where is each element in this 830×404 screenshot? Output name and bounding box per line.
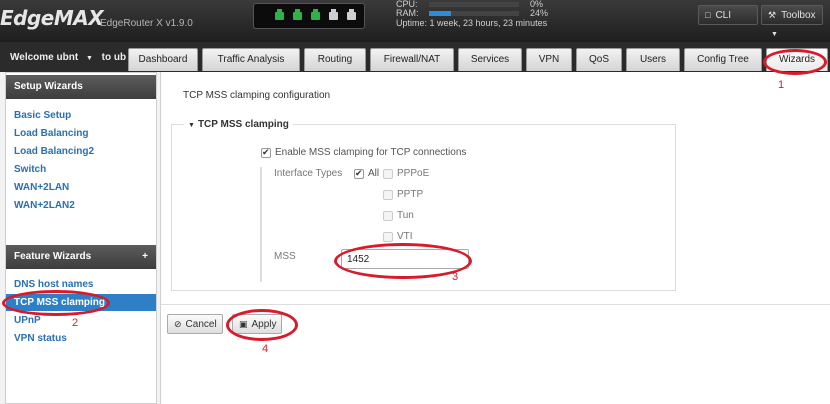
enable-mss-checkbox[interactable] [261,147,271,158]
section-legend[interactable]: ▼ TCP MSS clamping [184,119,293,130]
sidebar-item-basic-setup[interactable]: Basic Setup [6,107,156,124]
type-pppoe-label: PPPoE [397,168,430,179]
tab-qos[interactable]: QoS [576,48,622,71]
main-panel: TCP MSS clamping configuration ▼ TCP MSS … [160,72,830,404]
edgemax-logo: EdgeMAX [0,6,104,30]
type-pptp-checkbox[interactable] [383,190,393,200]
page-title: TCP MSS clamping configuration [183,90,331,101]
type-tun-checkbox[interactable] [383,211,393,221]
setup-wizards-header: Setup Wizards [6,75,156,99]
cli-button[interactable]: □ CLI [698,5,758,25]
type-all-label: All [368,168,380,179]
sidebar-item-switch[interactable]: Switch [6,161,156,178]
interface-types-label: Interface Types [274,168,343,179]
cancel-button[interactable]: ⊘ Cancel [167,314,223,334]
tab-vpn[interactable]: VPN [526,48,572,71]
action-divider [161,304,830,305]
welcome-text: Welcome ubnt [10,52,79,63]
cancel-icon: ⊘ [174,319,182,329]
tab-users[interactable]: Users [626,48,680,71]
port-indicator [329,9,338,20]
toolbox-button[interactable]: ⚒ Toolbox ▼ [761,5,823,38]
cpu-bar [429,2,519,7]
tab-wizards[interactable]: Wizards [766,48,828,71]
top-header: EdgeMAX EdgeRouter X v1.9.0 CPU: 0% RAM:… [0,0,830,42]
main-nav: Welcome ubnt ▼ to ub Dashboard Traffic A… [0,42,830,72]
feature-wizards-title: Feature Wizards [14,251,92,262]
annotation-number-2: 2 [72,317,79,329]
type-pptp-label: PPTP [397,189,424,200]
chevron-down-icon: ▼ [85,55,93,62]
tab-routing[interactable]: Routing [304,48,366,71]
type-tun-label: Tun [397,210,414,221]
enable-mss-label: Enable MSS clamping for TCP connections [275,147,467,158]
tab-config-tree[interactable]: Config Tree [684,48,762,71]
cancel-label: Cancel [185,319,217,330]
apply-button[interactable]: ▣ Apply [232,314,282,334]
save-icon: ▣ [239,319,248,329]
collapse-icon: ▼ [188,122,195,129]
tab-services[interactable]: Services [458,48,522,71]
chevron-down-icon: ▼ [771,31,778,38]
sidebar-item-wan-2lan2[interactable]: WAN+2LAN2 [6,197,156,214]
cli-label: CLI [715,10,731,21]
sidebar-item-wan-2lan[interactable]: WAN+2LAN [6,179,156,196]
ram-bar-fill [429,11,451,16]
indent-bar [260,167,262,282]
type-all-checkbox[interactable] [354,168,364,179]
terminal-icon: □ [705,10,711,20]
mss-input[interactable] [341,249,469,269]
port-indicator [311,9,320,20]
tab-dashboard[interactable]: Dashboard [128,48,198,71]
sidebar-item-vpn-status[interactable]: VPN status [6,330,156,347]
port-indicator [275,9,284,20]
type-vti-checkbox[interactable] [383,232,393,242]
type-pppoe-checkbox[interactable] [383,169,393,179]
sidebar-item-tcp-mss-clamping[interactable]: TCP MSS clamping [6,294,156,311]
port-status-panel [253,3,365,29]
mss-label: MSS [274,251,296,262]
sidebar-item-load-balancing2[interactable]: Load Balancing2 [6,143,156,160]
sidebar-item-load-balancing[interactable]: Load Balancing [6,125,156,142]
sidebar-item-dns-host-names[interactable]: DNS host names [6,276,156,293]
welcome-suffix: to ub [101,52,127,63]
apply-label: Apply [251,319,277,330]
feature-wizards-header: Feature Wizards + [6,245,156,269]
uptime-text: Uptime: 1 week, 23 hours, 23 minutes [396,18,548,28]
section-title: TCP MSS clamping [197,119,289,130]
annotation-number-4: 4 [262,343,269,355]
ram-bar [429,11,519,16]
system-stats: CPU: 0% RAM: 24% Uptime: 1 week, 23 hour… [396,0,556,30]
sidebar-item-upnp[interactable]: UPnP [6,312,156,329]
type-vti-label: VTI [397,231,413,242]
router-model: EdgeRouter X v1.9.0 [100,18,193,29]
port-indicator [347,9,356,20]
tab-firewall-nat[interactable]: Firewall/NAT [370,48,454,71]
wrench-icon: ⚒ [768,10,777,20]
toolbox-label: Toolbox [781,10,816,21]
annotation-number-3: 3 [452,271,459,283]
tab-traffic-analysis[interactable]: Traffic Analysis [202,48,300,71]
wizard-sidebar: Setup Wizards Basic Setup Load Balancing… [5,72,157,404]
user-menu[interactable]: Welcome ubnt ▼ to ub [10,52,126,63]
add-wizard-button[interactable]: + [142,245,148,269]
annotation-number-1: 1 [778,79,785,91]
port-indicator [293,9,302,20]
